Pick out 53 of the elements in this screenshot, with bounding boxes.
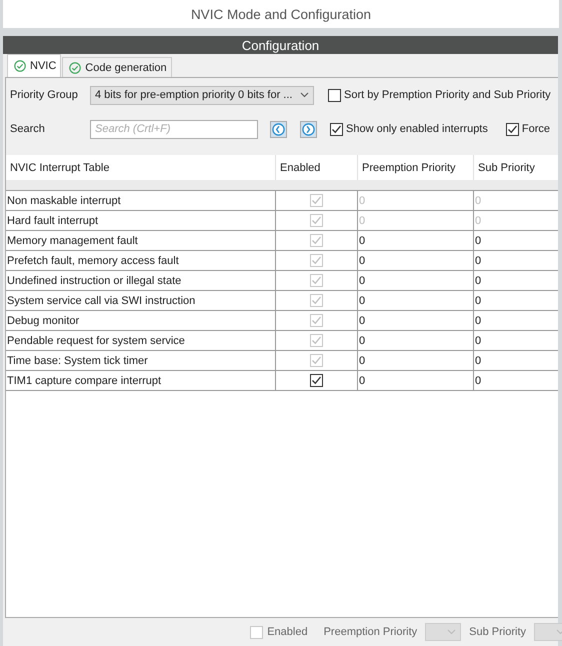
table-cell: 0 xyxy=(474,331,558,351)
checkbox[interactable] xyxy=(506,122,519,136)
table-cell: Hard fault interrupt xyxy=(6,211,276,231)
field-label: Search xyxy=(10,123,46,135)
table-cell: 0 xyxy=(474,211,558,231)
section-header: Configuration xyxy=(3,36,558,54)
tab[interactable]: NVIC xyxy=(7,54,62,77)
table-cell: 0 xyxy=(358,211,474,231)
sub-priority-dropdown[interactable] xyxy=(534,623,562,641)
table-cell: System service call via SWI instruction xyxy=(6,291,276,311)
previous-button[interactable] xyxy=(270,120,287,138)
table-cell: 0 xyxy=(358,331,474,351)
table-cell: 0 xyxy=(358,271,474,291)
table-cell: 0 xyxy=(474,231,558,251)
tab[interactable]: Code generation xyxy=(62,57,172,77)
table-cell: 0 xyxy=(474,311,558,331)
table-cell: 0 xyxy=(474,271,558,291)
checkbox[interactable] xyxy=(328,88,341,102)
checkbox-label: Sort by Premption Priority and Sub Priority xyxy=(344,89,551,101)
table-cell: Undefined instruction or illegal state xyxy=(6,271,276,291)
preemption-dropdown[interactable] xyxy=(425,623,462,641)
checkbox[interactable] xyxy=(310,374,323,387)
table-cell: 0 xyxy=(474,191,558,211)
table-cell: 0 xyxy=(474,291,558,311)
checkbox[interactable] xyxy=(330,122,343,136)
table-cell: Non maskable interrupt xyxy=(6,191,276,211)
table-cell: 0 xyxy=(358,191,474,211)
table-cell: Debug monitor xyxy=(6,311,276,331)
window-title: NVIC Mode and Configuration xyxy=(190,6,372,22)
checkbox-label: Show only enabled interrupts xyxy=(346,123,488,135)
table-cell: Time base: System tick timer xyxy=(6,351,276,371)
check-circle-icon xyxy=(14,60,26,72)
checkbox-label: Force xyxy=(522,123,550,135)
check-circle-icon xyxy=(69,62,82,74)
table-cell: Prefetch fault, memory access fault xyxy=(6,251,276,271)
table-cell: 0 xyxy=(474,251,558,271)
table-cell: 0 xyxy=(474,351,558,371)
field-label: Sub Priority xyxy=(469,626,526,638)
table-cell: Pendable request for system service xyxy=(6,331,276,351)
table-cell: 0 xyxy=(358,251,474,271)
priority-group-dropdown[interactable]: 4 bits for pre-emption priority 0 bits for ... xyxy=(90,86,314,104)
search-field[interactable]: Search (Crtl+F) xyxy=(90,120,258,138)
table-cell: Memory management fault xyxy=(6,231,276,251)
next-button[interactable] xyxy=(300,120,317,138)
caret-icon xyxy=(447,629,456,635)
field-label: Preemption Priority xyxy=(324,626,418,638)
table-cell: 0 xyxy=(358,231,474,251)
checkbox-label: Enabled xyxy=(267,626,308,638)
table-cell: 0 xyxy=(358,311,474,331)
table-cell: 0 xyxy=(358,351,474,371)
field-label: Priority Group xyxy=(10,89,79,101)
table-cell: 0 xyxy=(358,291,474,311)
caret-icon xyxy=(300,92,309,98)
